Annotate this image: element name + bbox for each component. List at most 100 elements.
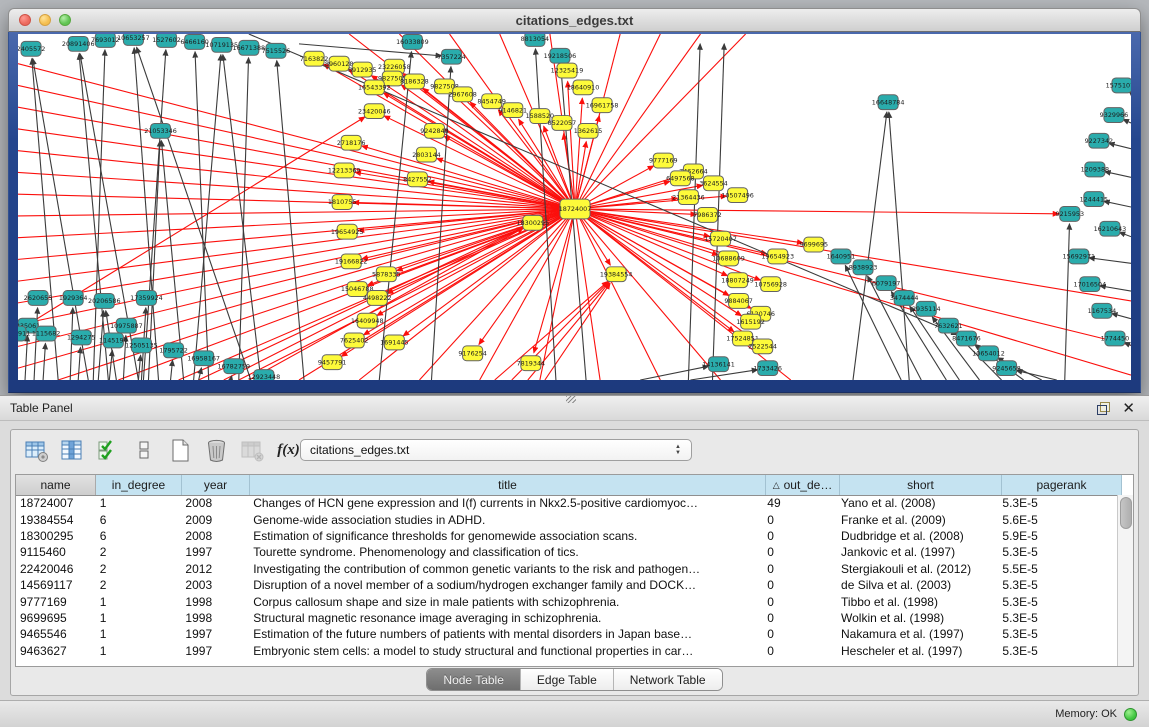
vertical-scrollbar[interactable] bbox=[1117, 495, 1133, 666]
yellow-node[interactable]: 9146821 bbox=[499, 103, 528, 118]
column-header-out_de[interactable]: △out_de… bbox=[766, 475, 840, 495]
teal-node[interactable]: 3474444 bbox=[890, 291, 919, 306]
teal-node[interactable]: 2935114 bbox=[912, 301, 941, 316]
teal-node[interactable]: 1145194 bbox=[99, 333, 128, 348]
yellow-node[interactable]: 9242848 bbox=[420, 123, 449, 138]
tab-network-table[interactable]: Network Table bbox=[614, 669, 722, 690]
yellow-node[interactable]: 5878335 bbox=[372, 267, 401, 282]
yellow-node[interactable]: 4498222 bbox=[363, 291, 392, 306]
table-row[interactable]: 946362711997Embryonic stem cells: a mode… bbox=[16, 643, 1118, 659]
yellow-node[interactable]: 9176254 bbox=[458, 346, 487, 361]
teal-node[interactable]: 1795722 bbox=[159, 343, 188, 358]
yellow-node[interactable]: 2803144 bbox=[412, 147, 441, 162]
tab-node-table[interactable]: Node Table bbox=[427, 669, 521, 690]
yellow-node[interactable]: 8186328 bbox=[400, 74, 429, 89]
yellow-node[interactable]: 6497568 bbox=[666, 171, 695, 186]
teal-node[interactable]: 17359924 bbox=[130, 291, 163, 306]
column-header-name[interactable]: name bbox=[16, 475, 96, 495]
yellow-node[interactable]: 7625402 bbox=[340, 333, 369, 348]
float-window-icon[interactable] bbox=[1097, 402, 1110, 415]
teal-node[interactable]: 20891406 bbox=[62, 36, 95, 51]
table-row[interactable]: 1456911722003Disruption of a novel membe… bbox=[16, 577, 1118, 593]
table-row[interactable]: 1872400712008Changes of HCN gene express… bbox=[16, 495, 1118, 511]
column-header-short[interactable]: short bbox=[840, 475, 1002, 495]
rows-icon[interactable] bbox=[131, 437, 158, 464]
teal-node[interactable]: 1244415 bbox=[1080, 192, 1109, 207]
tab-edge-table[interactable]: Edge Table bbox=[521, 669, 614, 690]
teal-node[interactable]: 1294275 bbox=[67, 330, 96, 345]
teal-node[interactable]: 9227342 bbox=[1085, 133, 1114, 148]
teal-node[interactable]: 8471676 bbox=[952, 331, 981, 346]
window-titlebar[interactable]: citations_edges.txt bbox=[8, 8, 1141, 32]
teal-node[interactable]: 16033809 bbox=[396, 34, 429, 49]
table-row[interactable]: 1938455462009Genome-wide association stu… bbox=[16, 511, 1118, 527]
teal-node[interactable]: 17016504 bbox=[1074, 277, 1107, 292]
teal-node[interactable]: 1527602 bbox=[152, 34, 181, 47]
citation-network-graph[interactable]: 2405572208914067693012106532571527602646… bbox=[18, 34, 1131, 380]
teal-node[interactable]: 6079197 bbox=[872, 276, 901, 291]
teal-node[interactable]: 10975887 bbox=[110, 318, 143, 333]
table-row[interactable]: 2242004622012Investigating the contribut… bbox=[16, 561, 1118, 577]
teal-node[interactable]: 1733426 bbox=[753, 361, 782, 376]
teal-node[interactable]: 8813054 bbox=[521, 34, 550, 46]
teal-node[interactable]: 9329966 bbox=[1100, 108, 1129, 123]
yellow-node[interactable]: 1810755 bbox=[328, 195, 357, 210]
teal-node[interactable]: 1774450 bbox=[1101, 331, 1130, 346]
yellow-node[interactable]: 8912935 bbox=[348, 62, 377, 77]
teal-node[interactable]: 12923448 bbox=[248, 370, 281, 380]
yellow-node[interactable]: 7986372 bbox=[693, 207, 722, 222]
teal-node[interactable]: 7693012 bbox=[91, 34, 120, 47]
yellow-node[interactable]: 21364436 bbox=[672, 190, 705, 205]
teal-node[interactable]: 1640951 bbox=[827, 249, 856, 264]
teal-node[interactable]: 14136141 bbox=[702, 357, 735, 372]
yellow-node[interactable]: 3624554 bbox=[699, 176, 728, 191]
yellow-node[interactable]: 10507496 bbox=[721, 188, 754, 203]
yellow-node[interactable]: 8522057 bbox=[548, 116, 577, 131]
column-header-in_degree[interactable]: in_degree bbox=[96, 475, 182, 495]
yellow-node[interactable]: 1362615 bbox=[574, 123, 603, 138]
teal-node[interactable]: 7515526 bbox=[262, 43, 291, 58]
function-builder-icon[interactable]: f(x) bbox=[275, 437, 302, 464]
table-row[interactable]: 946554611997Estimation of the future num… bbox=[16, 626, 1118, 642]
network-canvas[interactable]: 2405572208914067693012106532571527602646… bbox=[18, 34, 1131, 380]
teal-node[interactable]: 20206586 bbox=[88, 294, 121, 309]
teal-node[interactable]: 7632621 bbox=[934, 318, 963, 333]
yellow-node[interactable]: 18724007 bbox=[559, 199, 592, 219]
column-header-title[interactable]: title bbox=[250, 475, 766, 495]
teal-node[interactable]: 16648784 bbox=[872, 95, 905, 110]
table-settings-icon[interactable] bbox=[23, 437, 50, 464]
column-header-year[interactable]: year bbox=[182, 475, 250, 495]
teal-node[interactable]: 21053346 bbox=[144, 123, 177, 138]
column-visibility-icon[interactable] bbox=[59, 437, 86, 464]
teal-node[interactable]: 15692971 bbox=[1063, 249, 1096, 264]
teal-node[interactable]: 16210643 bbox=[1094, 221, 1127, 236]
table-row[interactable]: 911546021997Tourette syndrome. Phenomeno… bbox=[16, 544, 1118, 560]
close-panel-icon[interactable]: ✕ bbox=[1122, 402, 1135, 415]
table-select-dropdown[interactable]: citations_edges.txt ▲▼ bbox=[300, 439, 692, 461]
teal-node[interactable]: 1167534 bbox=[1088, 303, 1117, 318]
teal-node[interactable]: 1209388 bbox=[1081, 162, 1110, 177]
teal-node[interactable]: 10653257 bbox=[117, 34, 150, 45]
teal-node[interactable]: 1929364 bbox=[59, 291, 88, 306]
teal-node[interactable]: 19218506 bbox=[544, 48, 577, 63]
select-all-columns-icon[interactable] bbox=[95, 437, 122, 464]
yellow-node[interactable]: 15720407 bbox=[704, 231, 737, 246]
yellow-node[interactable]: 1691445 bbox=[380, 335, 409, 350]
yellow-node[interactable]: 10756928 bbox=[754, 277, 787, 292]
yellow-node[interactable]: 9777169 bbox=[649, 153, 678, 168]
scrollbar-thumb[interactable] bbox=[1120, 497, 1132, 529]
teal-node[interactable]: 7357224 bbox=[437, 49, 466, 64]
teal-node[interactable]: 2620655 bbox=[24, 291, 53, 306]
table-row[interactable]: 969969511998Structural magnetic resonanc… bbox=[16, 610, 1118, 626]
yellow-node[interactable]: 9457791 bbox=[318, 355, 347, 370]
yellow-node[interactable]: 8427552 bbox=[403, 172, 432, 187]
teal-node[interactable]: 15751074 bbox=[1106, 78, 1131, 93]
teal-node[interactable]: 12505135 bbox=[125, 338, 158, 353]
teal-node[interactable]: 9245652 bbox=[992, 361, 1021, 376]
close-window-button[interactable] bbox=[19, 14, 31, 26]
delete-table-icon[interactable] bbox=[203, 437, 230, 464]
teal-node[interactable]: 8938923 bbox=[849, 260, 878, 275]
yellow-node[interactable]: 2967608 bbox=[448, 87, 477, 102]
yellow-node[interactable]: 2718176 bbox=[337, 135, 366, 150]
teal-node[interactable]: 9215953 bbox=[1056, 207, 1085, 222]
